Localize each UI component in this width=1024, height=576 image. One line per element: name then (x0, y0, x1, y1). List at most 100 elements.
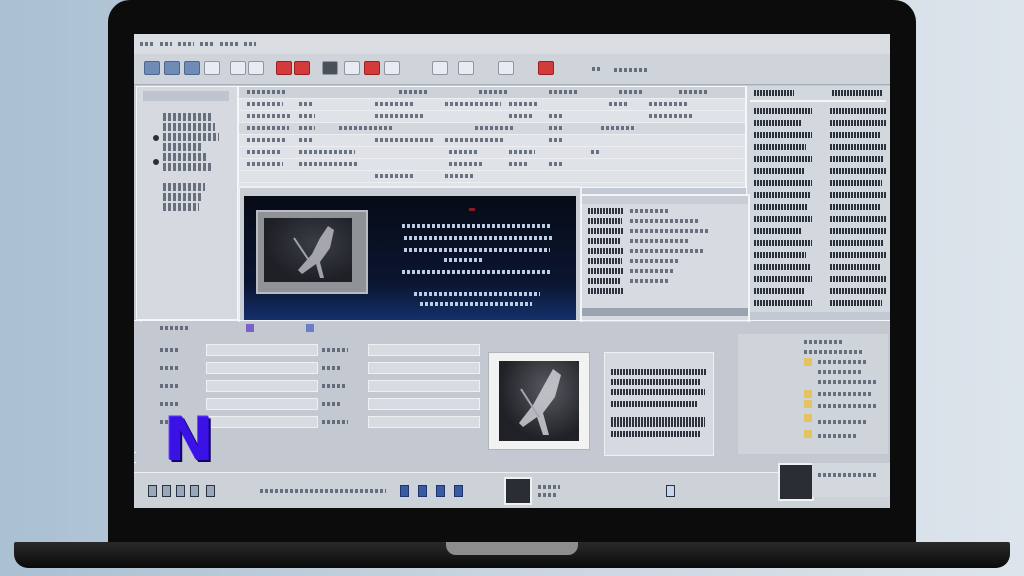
color-swatch-icon[interactable] (306, 324, 314, 332)
pause-icon[interactable] (162, 485, 171, 497)
prop-item[interactable] (818, 360, 868, 364)
prop-item[interactable] (818, 434, 858, 438)
panel-scrollbar[interactable] (582, 308, 748, 316)
red-tool-icon[interactable] (364, 61, 380, 75)
prop-item[interactable] (818, 404, 878, 408)
toolbar-zoom-field[interactable] (614, 68, 648, 72)
open-icon[interactable] (164, 61, 180, 75)
copy-icon[interactable] (294, 61, 310, 75)
list-item[interactable] (588, 258, 622, 264)
view-toggle-icon[interactable] (666, 485, 675, 497)
list-item[interactable] (588, 288, 624, 294)
text-field[interactable] (206, 380, 318, 392)
save-icon[interactable] (184, 61, 200, 75)
list-item[interactable] (588, 248, 624, 254)
undo-icon[interactable] (230, 61, 246, 75)
step-back-icon[interactable] (176, 485, 185, 497)
tree-item[interactable] (163, 203, 199, 211)
text-field[interactable] (206, 398, 318, 410)
table-row[interactable] (239, 99, 745, 111)
menu-edit[interactable] (160, 42, 172, 46)
color-swatch-icon[interactable] (246, 324, 254, 332)
end-icon[interactable] (206, 485, 215, 497)
data-cell (754, 288, 804, 294)
subtitle-list-panel (580, 194, 750, 338)
tree-item[interactable] (163, 123, 215, 131)
image-preview[interactable] (488, 352, 590, 450)
text-field[interactable] (206, 344, 318, 356)
note-line (611, 417, 705, 427)
list-item[interactable] (588, 278, 620, 284)
tree-item[interactable] (163, 193, 201, 201)
redo-icon[interactable] (248, 61, 264, 75)
mark-in-icon[interactable] (418, 485, 427, 497)
tree-item[interactable] (163, 163, 213, 171)
tree-item[interactable] (163, 113, 211, 121)
list-item[interactable] (588, 268, 624, 274)
menu-window[interactable] (220, 42, 238, 46)
table-row[interactable] (239, 123, 745, 135)
data-cell (830, 264, 880, 270)
text-field[interactable] (368, 416, 480, 428)
table-row[interactable] (239, 147, 745, 159)
tree-item[interactable] (163, 153, 207, 161)
rewind-icon[interactable] (148, 485, 157, 497)
data-cell (754, 132, 812, 138)
list-item[interactable] (588, 228, 624, 234)
menu-file[interactable] (140, 42, 154, 46)
tree-item[interactable] (163, 143, 203, 151)
data-cell (754, 228, 802, 234)
data-cell (830, 192, 886, 198)
table-row[interactable] (239, 135, 745, 147)
cut-icon[interactable] (276, 61, 292, 75)
folder-icon (804, 414, 812, 422)
video-frame[interactable] (244, 196, 576, 320)
folder-icon (804, 358, 812, 366)
prop-item[interactable] (804, 340, 844, 344)
lock-icon[interactable] (458, 61, 474, 75)
paste-icon[interactable] (384, 61, 400, 75)
mark-out-icon[interactable] (436, 485, 445, 497)
table-row[interactable] (239, 159, 745, 171)
step-forward-icon[interactable] (190, 485, 199, 497)
list-item[interactable] (588, 208, 624, 214)
text-field[interactable] (368, 398, 480, 410)
table-row[interactable] (239, 171, 745, 183)
mark-clip-icon[interactable] (454, 485, 463, 497)
text-field[interactable] (368, 344, 480, 356)
data-cell (830, 216, 886, 222)
camera-icon[interactable] (538, 61, 554, 75)
tree-item[interactable] (163, 183, 205, 191)
prop-item[interactable] (804, 350, 864, 354)
brush-icon[interactable] (344, 61, 360, 75)
preview-thumbnail[interactable] (778, 463, 814, 501)
menu-tools[interactable] (200, 42, 214, 46)
prop-item[interactable] (818, 380, 878, 384)
prop-item[interactable] (818, 392, 872, 396)
menu-help[interactable] (244, 42, 256, 46)
dropper-icon[interactable] (432, 61, 448, 75)
print-icon[interactable] (204, 61, 220, 75)
text-field[interactable] (368, 362, 480, 374)
clip-thumbnail[interactable] (504, 477, 532, 505)
prop-item[interactable] (818, 420, 866, 424)
text-field[interactable] (206, 416, 318, 428)
list-item[interactable] (588, 238, 620, 244)
table-row[interactable] (239, 111, 745, 123)
note-line (611, 401, 697, 407)
settings-icon[interactable] (498, 61, 514, 75)
toolbar-marker (592, 67, 602, 71)
pen-icon[interactable] (322, 61, 338, 75)
text-field[interactable] (368, 380, 480, 392)
list-item[interactable] (588, 218, 622, 224)
menu-view[interactable] (178, 42, 194, 46)
new-icon[interactable] (144, 61, 160, 75)
bullet-icon (153, 159, 159, 165)
prop-item[interactable] (818, 370, 862, 374)
timeline-track[interactable] (260, 489, 386, 493)
text-field[interactable] (206, 362, 318, 374)
loop-icon[interactable] (400, 485, 409, 497)
tree-item[interactable] (163, 133, 219, 141)
file-list (238, 86, 746, 188)
note-line (611, 369, 707, 375)
